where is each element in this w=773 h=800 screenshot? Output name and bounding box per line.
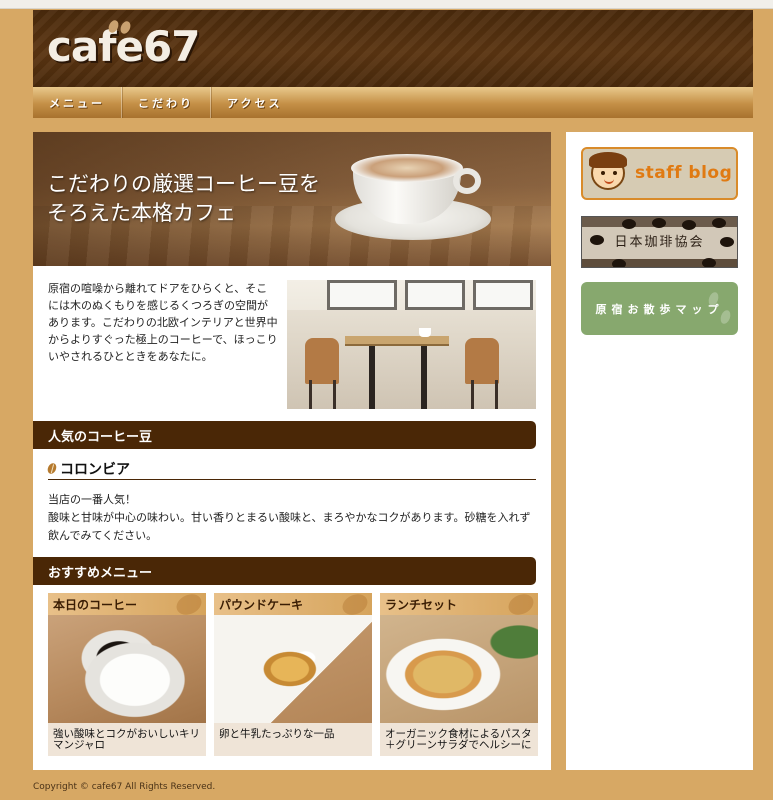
staff-eye xyxy=(601,171,605,175)
staff-blog-label: staff blog xyxy=(635,163,733,183)
photo-chair xyxy=(465,338,499,384)
hero-line-1: こだわりの厳選コーヒー豆を xyxy=(47,172,320,196)
logo-beans-icon xyxy=(106,18,135,36)
main-content: こだわりの厳選コーヒー豆を そろえた本格カフェ 原宿の喧噪から離れてドアをひらく… xyxy=(33,132,551,770)
menu-card-name: ランチセット xyxy=(385,597,458,612)
menu-card-title: パウンドケーキ xyxy=(214,593,372,619)
main-nav: メニュー こだわり アクセス xyxy=(33,87,753,118)
coffee-bean-icon xyxy=(712,218,726,228)
coffee-bean-icon xyxy=(702,258,716,267)
photo-window xyxy=(327,280,397,310)
photo-window xyxy=(473,280,533,310)
hero-headline: こだわりの厳選コーヒー豆を そろえた本格カフェ xyxy=(47,170,320,228)
menu-card-name: パウンドケーキ xyxy=(219,597,304,612)
coffee-bean-icon xyxy=(652,218,666,228)
nav-item-kodawari[interactable]: こだわり xyxy=(122,87,211,118)
section-bar-recommend: おすすめメニュー xyxy=(33,557,536,585)
footer-copyright: Copyright © cafe67 All Rights Reserved. xyxy=(33,782,216,792)
menu-photo-poundcake xyxy=(214,615,372,723)
menu-card-coffee[interactable]: 本日のコーヒー 強い酸味とコクがおいしいキリマンジャロ xyxy=(48,593,206,756)
coffee-desc-line-1: 当店の一番人気！ xyxy=(48,493,136,506)
photo-table xyxy=(345,336,449,346)
walk-map-banner[interactable]: 原宿お散歩マップ xyxy=(581,282,738,335)
photo-window xyxy=(405,280,465,310)
coffee-name: コロンビア xyxy=(60,461,130,478)
menu-card-title: ランチセット xyxy=(380,593,538,619)
coffee-name-heading: コロンビア xyxy=(46,458,536,480)
top-edge xyxy=(0,0,773,9)
photo-table-leg xyxy=(369,346,375,409)
menu-card-lunch[interactable]: ランチセット オーガニック食材によるパスタ＋グリーンサラダでヘルシーに xyxy=(380,593,538,756)
menu-card-name: 本日のコーヒー xyxy=(53,597,138,612)
menu-card-caption: 強い酸味とコクがおいしいキリマンジャロ xyxy=(48,723,206,756)
staff-hair xyxy=(589,152,627,168)
nav-item-menu[interactable]: メニュー xyxy=(33,87,122,118)
intro-text: 原宿の喧噪から離れてドアをひらくと、そこには木のぬくもりを感じるくつろぎの空間が… xyxy=(48,282,278,363)
menu-card-title: 本日のコーヒー xyxy=(48,593,206,619)
menu-card-caption: 卵と牛乳たっぷりな一品 xyxy=(214,723,372,756)
site-header: cafe67 xyxy=(33,10,753,87)
hero-banner: こだわりの厳選コーヒー豆を そろえた本格カフェ xyxy=(33,132,551,266)
hero-cup-handle xyxy=(453,168,481,194)
sidebar: staff blog 日本珈琲協会 原宿お散歩マップ xyxy=(566,132,753,770)
site-header-wrap: cafe67 メニュー こだわり アクセス xyxy=(33,10,753,118)
walk-map-label: 原宿お散歩マップ xyxy=(595,303,724,316)
menu-grid: 本日のコーヒー 強い酸味とコクがおいしいキリマンジャロ パウンドケーキ 卵と牛乳… xyxy=(48,593,538,756)
menu-card-caption: オーガニック食材によるパスタ＋グリーンサラダでヘルシーに xyxy=(380,723,538,756)
photo-chair-leg xyxy=(471,380,474,409)
menu-photo-coffee xyxy=(48,615,206,723)
photo-mug xyxy=(419,328,431,337)
coffee-description: 当店の一番人気！ 酸味と甘味が中心の味わい。甘い香りとまるい酸味と、まろやかなコ… xyxy=(48,491,538,545)
coffee-bean-icon xyxy=(682,220,696,230)
section-bar-popular: 人気のコーヒー豆 xyxy=(33,421,536,449)
hero-line-2: そろえた本格カフェ xyxy=(47,201,236,225)
coffee-association-banner[interactable]: 日本珈琲協会 xyxy=(581,216,738,268)
interior-photo xyxy=(287,280,536,409)
staff-blog-banner[interactable]: staff blog xyxy=(581,147,738,200)
photo-chair-leg xyxy=(309,380,312,409)
coffee-bean-icon xyxy=(622,219,636,229)
photo-table-leg xyxy=(421,346,427,409)
photo-chair-leg xyxy=(495,380,498,409)
hero-latte-art xyxy=(351,154,463,182)
menu-card-poundcake[interactable]: パウンドケーキ 卵と牛乳たっぷりな一品 xyxy=(214,593,372,756)
menu-photo-lunch xyxy=(380,615,538,723)
photo-chair xyxy=(305,338,339,384)
coffee-association-label: 日本珈琲協会 xyxy=(614,235,705,250)
coffee-bean-icon xyxy=(612,259,626,267)
coffee-bean-icon xyxy=(46,461,58,476)
nav-item-access[interactable]: アクセス xyxy=(211,87,298,118)
staff-eye xyxy=(613,171,617,175)
photo-chair-leg xyxy=(333,380,336,409)
coffee-desc-line-2: 酸味と甘味が中心の味わい。甘い香りとまるい酸味と、まろやかなコクがあります。砂糖… xyxy=(48,511,531,542)
